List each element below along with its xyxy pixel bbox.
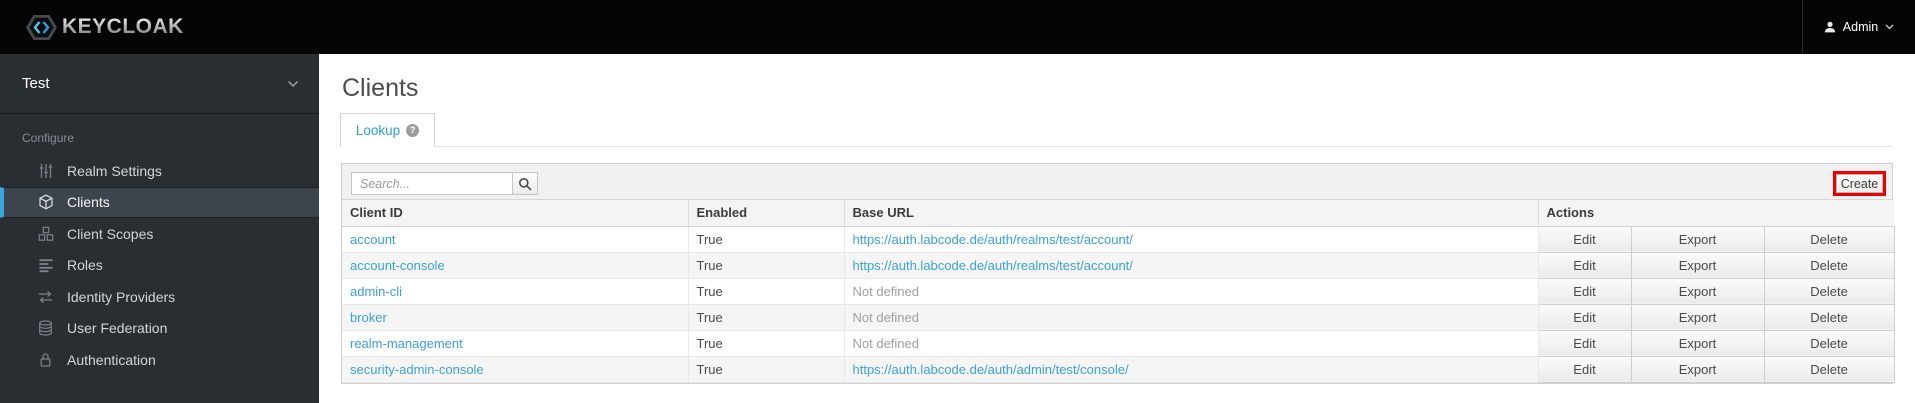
table-row: realm-management True Not defined Edit E…	[342, 329, 1895, 357]
brand-text: KEYCLOAK	[62, 15, 184, 38]
base-url-link[interactable]: https://auth.labcode.de/auth/realms/test…	[844, 252, 1539, 279]
search-group	[351, 172, 538, 195]
base-url-value: Not defined	[844, 330, 1539, 357]
sidebar-item-user-federation[interactable]: User Federation	[0, 313, 319, 345]
search-icon	[518, 177, 532, 191]
tab-lookup[interactable]: Lookup	[340, 113, 435, 147]
sidebar-item-label: Client Scopes	[67, 225, 154, 242]
create-button-highlight: Create	[1833, 171, 1886, 196]
sidebar-item-label: Identity Providers	[67, 288, 176, 305]
sidebar-item-label: Realm Settings	[67, 162, 162, 179]
question-circle-icon[interactable]	[406, 124, 420, 137]
table-row: admin-cli True Not defined Edit Export D…	[342, 277, 1895, 305]
realm-selector[interactable]: Test	[0, 54, 319, 114]
client-id-link[interactable]: admin-cli	[342, 278, 689, 305]
database-icon	[37, 320, 54, 336]
column-header-base-url: Base URL	[844, 200, 1539, 227]
sidebar: Test Configure Realm Settings Clients Cl…	[0, 54, 319, 403]
main-content: Clients Lookup Create	[319, 54, 1915, 403]
edit-button[interactable]: Edit	[1537, 355, 1632, 383]
client-id-link[interactable]: account-console	[342, 252, 689, 279]
export-button[interactable]: Export	[1630, 303, 1765, 331]
cubes-icon	[37, 226, 54, 242]
edit-button[interactable]: Edit	[1537, 277, 1632, 305]
enabled-value: True	[688, 226, 845, 253]
client-id-link[interactable]: security-admin-console	[342, 356, 689, 383]
enabled-value: True	[688, 304, 845, 331]
table-toolbar: Create	[342, 164, 1892, 200]
enabled-value: True	[688, 278, 845, 305]
edit-button[interactable]: Edit	[1537, 225, 1632, 253]
delete-button[interactable]: Delete	[1763, 277, 1895, 305]
column-header-enabled: Enabled	[688, 200, 845, 227]
create-button[interactable]: Create	[1836, 174, 1883, 193]
realm-name: Test	[22, 75, 50, 92]
client-id-link[interactable]: account	[342, 226, 689, 253]
sidebar-item-client-scopes[interactable]: Client Scopes	[0, 218, 319, 250]
base-url-link[interactable]: https://auth.labcode.de/auth/realms/test…	[844, 226, 1539, 253]
search-button[interactable]	[513, 172, 538, 195]
sidebar-item-label: Clients	[67, 194, 110, 211]
sidebar-item-clients[interactable]: Clients	[0, 186, 319, 218]
chevron-down-icon	[287, 80, 299, 88]
sliders-icon	[37, 163, 54, 179]
lock-icon	[37, 352, 54, 368]
table-row: security-admin-console True https://auth…	[342, 355, 1895, 383]
sidebar-item-roles[interactable]: Roles	[0, 250, 319, 282]
column-header-actions: Actions	[1538, 200, 1895, 227]
configure-section-label: Configure	[22, 131, 75, 145]
base-url-value: Not defined	[844, 278, 1539, 305]
sidebar-item-label: User Federation	[67, 320, 168, 337]
sidebar-item-authentication[interactable]: Authentication	[0, 344, 319, 376]
export-button[interactable]: Export	[1630, 355, 1765, 383]
client-id-link[interactable]: broker	[342, 304, 689, 331]
table-header-row: Client ID Enabled Base URL Actions	[342, 200, 1895, 227]
app-header: KEYCLOAK Admin	[0, 0, 1915, 54]
export-button[interactable]: Export	[1630, 329, 1765, 357]
page-title: Clients	[342, 74, 419, 102]
delete-button[interactable]: Delete	[1763, 329, 1895, 357]
exchange-arrows-icon	[37, 289, 54, 305]
sidebar-item-label: Authentication	[67, 351, 156, 368]
keycloak-logo-icon	[25, 14, 58, 41]
delete-button[interactable]: Delete	[1763, 303, 1895, 331]
enabled-value: True	[688, 356, 845, 383]
user-menu[interactable]: Admin	[1802, 0, 1915, 54]
delete-button[interactable]: Delete	[1763, 225, 1895, 253]
base-url-value: Not defined	[844, 304, 1539, 331]
user-icon	[1824, 21, 1836, 33]
user-name: Admin	[1842, 20, 1879, 34]
client-id-link[interactable]: realm-management	[342, 330, 689, 357]
enabled-value: True	[688, 252, 845, 279]
cube-icon	[37, 194, 54, 210]
search-input[interactable]	[351, 172, 513, 195]
delete-button[interactable]: Delete	[1763, 355, 1895, 383]
list-icon	[37, 257, 54, 273]
table-row: broker True Not defined Edit Export Dele…	[342, 303, 1895, 331]
edit-button[interactable]: Edit	[1537, 251, 1632, 279]
export-button[interactable]: Export	[1630, 225, 1765, 253]
export-button[interactable]: Export	[1630, 251, 1765, 279]
edit-button[interactable]: Edit	[1537, 303, 1632, 331]
enabled-value: True	[688, 330, 845, 357]
tab-lookup-label: Lookup	[355, 123, 401, 138]
sidebar-item-label: Roles	[67, 257, 103, 274]
chevron-down-icon	[1885, 24, 1894, 30]
sidebar-item-realm-settings[interactable]: Realm Settings	[0, 155, 319, 187]
keycloak-logo: KEYCLOAK	[0, 14, 184, 41]
sidebar-item-identity-providers[interactable]: Identity Providers	[0, 281, 319, 313]
column-header-client-id: Client ID	[342, 200, 689, 227]
export-button[interactable]: Export	[1630, 277, 1765, 305]
base-url-link[interactable]: https://auth.labcode.de/auth/admin/test/…	[844, 356, 1539, 383]
table-row: account True https://auth.labcode.de/aut…	[342, 225, 1895, 253]
clients-table-panel: Create Client ID Enabled Base URL Action…	[341, 163, 1895, 384]
delete-button[interactable]: Delete	[1763, 251, 1895, 279]
tab-bar-divider	[340, 146, 1893, 147]
table-row: account-console True https://auth.labcod…	[342, 251, 1895, 279]
edit-button[interactable]: Edit	[1537, 329, 1632, 357]
clients-table: Client ID Enabled Base URL Actions accou…	[342, 200, 1895, 383]
